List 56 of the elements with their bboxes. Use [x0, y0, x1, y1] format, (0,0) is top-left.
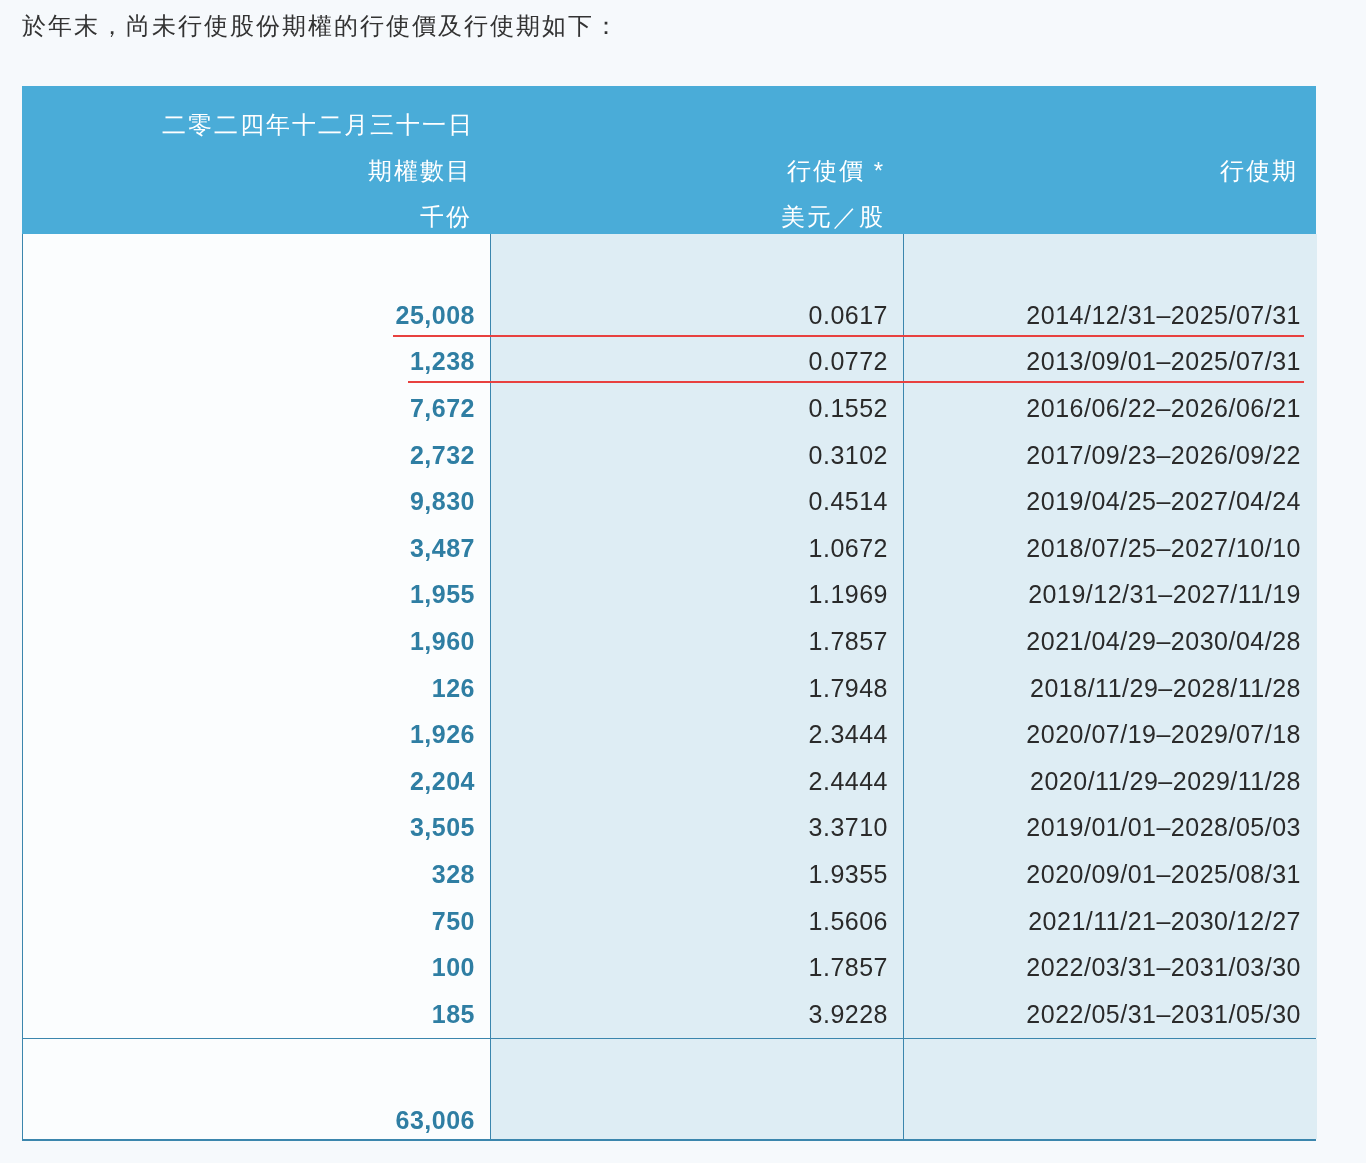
table-cell-text: 2022/05/31–2031/05/30: [1026, 999, 1302, 1029]
table-cell-text: 1,926: [409, 720, 476, 750]
table-cell-text: 328: [431, 859, 476, 889]
table-cell-text: 1.1969: [808, 580, 889, 610]
table-cell-text: 9,830: [409, 487, 476, 517]
table-cell-text: 2020/11/29–2029/11/28: [1030, 766, 1302, 796]
table-cell-text: 2021/11/21–2030/12/27: [1028, 906, 1302, 936]
table-cell-text: 3.3710: [808, 813, 889, 843]
total-cell-text: 63,006: [395, 1105, 476, 1136]
column-header: 行使價 *: [787, 156, 885, 186]
table-cell-text: 2017/09/23–2026/09/22: [1026, 440, 1302, 470]
table-cell-text: 2013/09/01–2025/07/31: [1026, 347, 1302, 377]
table-cell-text: 1.7857: [808, 953, 889, 983]
column-header: 期權數目: [368, 156, 472, 186]
table-cell-text: 1.0672: [808, 533, 889, 563]
table-cell-text: 1,955: [409, 580, 476, 610]
table-cell-text: 185: [431, 999, 476, 1029]
table-cell-text: 1.7857: [808, 626, 889, 656]
table-cell-text: 1.9355: [808, 859, 889, 889]
table-cell-text: 2016/06/22–2026/06/21: [1026, 394, 1302, 423]
table-cell-text: 1.7948: [808, 673, 889, 703]
table-cell-text: 3.9228: [808, 999, 889, 1029]
table-cell-text: 2.3444: [808, 720, 889, 750]
table-cell-text: 100: [431, 953, 476, 983]
table-cell-text: 25,008: [395, 300, 476, 330]
table-cell-text: 2020/07/19–2029/07/18: [1026, 720, 1302, 750]
table-cell-text: 3,487: [409, 533, 476, 563]
table-cell-text: 2.4444: [808, 766, 889, 796]
table-cell-text: 126: [431, 673, 476, 703]
table-cell-text: 7,672: [409, 394, 476, 423]
table-cell-text: 3,505: [409, 813, 476, 843]
column-header: 行使期: [1220, 156, 1298, 186]
table-cell-text: 2,732: [409, 440, 476, 470]
table-cell-text: 1,238: [409, 347, 476, 377]
table-cell-text: 2018/07/25–2027/10/10: [1026, 533, 1302, 563]
table-cell-text: 1,960: [409, 626, 476, 656]
table-cell-text: 2020/09/01–2025/08/31: [1026, 859, 1302, 889]
table-cell-text: 2,204: [409, 766, 476, 796]
column-unit: 美元／股: [781, 202, 885, 232]
table-cell-text: 0.0772: [808, 347, 889, 377]
table-cell-text: 2019/12/31–2027/11/19: [1028, 580, 1302, 610]
table-cell-text: 0.1552: [808, 394, 889, 423]
column-unit: 千份: [420, 202, 472, 232]
table-cell-text: 2014/12/31–2025/07/31: [1026, 300, 1302, 330]
table-cell-text: 2018/11/29–2028/11/28: [1030, 673, 1302, 703]
table-cell-text: 1.5606: [808, 906, 889, 936]
intro-text: 於年末，尚未行使股份期權的行使價及行使期如下：: [22, 11, 621, 41]
table-cell-text: 0.3102: [808, 440, 889, 470]
table-cell-text: 2021/04/29–2030/04/28: [1026, 626, 1302, 656]
table-cell-text: 0.0617: [808, 300, 889, 330]
table-cell-text: 0.4514: [808, 487, 889, 517]
table-cell-text: 750: [431, 906, 476, 936]
header-date: 二零二四年十二月三十一日: [162, 110, 474, 140]
table-cell-text: 2019/04/25–2027/04/24: [1026, 487, 1302, 517]
table-cell-text: 2019/01/01–2028/05/03: [1026, 813, 1302, 843]
table-cell-text: 2022/03/31–2031/03/30: [1026, 953, 1302, 983]
